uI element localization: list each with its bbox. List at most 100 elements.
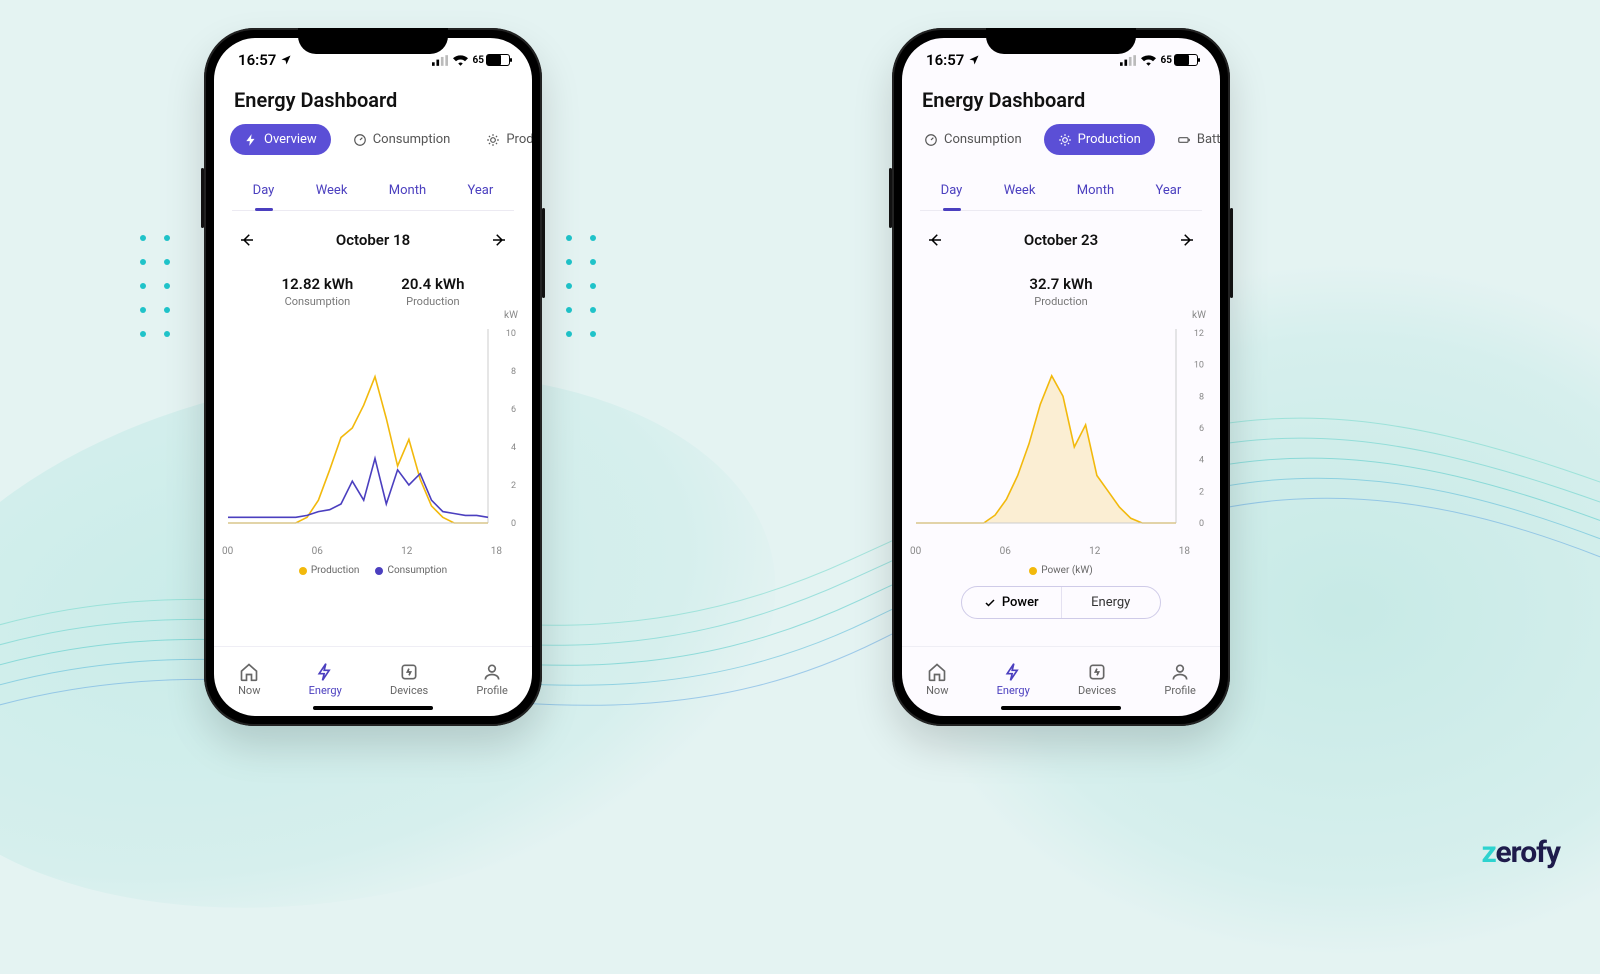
svg-text:2: 2 [1199,487,1204,497]
dot-grid-decoration [140,235,172,339]
nav-energy[interactable]: Energy [309,662,342,697]
nav-devices[interactable]: Devices [390,662,428,697]
svg-text:8: 8 [1199,392,1204,402]
nav-profile[interactable]: Profile [1164,662,1195,697]
segment-tabs: Overview Consumption Production [214,124,532,165]
tab-overview[interactable]: Overview [230,124,331,155]
nav-label: Now [238,684,260,697]
nav-label: Devices [390,684,428,697]
period-tabs: Day Week Month Year [232,173,514,211]
period-month[interactable]: Month [383,173,432,210]
toggle-power[interactable]: Power [962,587,1061,618]
overview-chart[interactable]: 0246810 [228,316,518,544]
nav-profile[interactable]: Profile [476,662,507,697]
legend-production: Production [299,565,360,576]
stats-row: 32.7 kWh Production [902,257,1220,312]
cellular-icon [1120,55,1136,66]
x-tick: 00 [910,546,921,557]
x-tick: 12 [401,546,412,557]
next-date-button[interactable] [488,229,510,251]
svg-text:12: 12 [1194,329,1204,339]
period-week[interactable]: Week [998,173,1042,210]
arrow-left-icon [926,231,944,249]
nav-label: Energy [997,684,1030,697]
period-day[interactable]: Day [935,173,969,210]
meter-icon [924,133,938,147]
stat-value: 20.4 kWh [401,275,464,293]
period-tabs: Day Week Month Year [920,173,1202,211]
phone-notch [986,28,1136,54]
period-day[interactable]: Day [247,173,281,210]
bolt-icon [244,133,258,147]
chart-unit: kW [1192,310,1206,321]
nav-energy[interactable]: Energy [997,662,1030,697]
nav-devices[interactable]: Devices [1078,662,1116,697]
arrow-right-icon [490,231,508,249]
toggle-label: Power [1002,595,1039,610]
tab-label: Consumption [944,132,1022,147]
dot-grid-decoration [566,235,598,339]
phone-notch [298,28,448,54]
x-tick: 12 [1089,546,1100,557]
statusbar-time: 16:57 [238,51,292,69]
stat-label: Consumption [282,295,354,308]
svg-text:10: 10 [1194,361,1204,371]
date-label: October 23 [1024,231,1098,249]
tab-battery[interactable]: Battery [1163,124,1220,155]
stat-value: 12.82 kWh [282,275,354,293]
tab-consumption[interactable]: Consumption [910,124,1036,155]
svg-text:6: 6 [1199,424,1204,434]
next-date-button[interactable] [1176,229,1198,251]
battery-indicator: 65 [473,54,510,66]
cellular-icon [432,55,448,66]
battery-indicator: 65 [1161,54,1198,66]
x-tick: 06 [312,546,323,557]
period-year[interactable]: Year [1150,173,1188,210]
tab-consumption[interactable]: Consumption [339,124,465,155]
battery-icon [1177,133,1191,147]
location-arrow-icon [968,54,980,66]
phone-mock-right: 16:57 65 Energy Dashboard Consumption [892,28,1230,726]
x-tick: 18 [1179,546,1190,557]
stat-value: 32.7 kWh [1029,275,1092,293]
tab-label: Battery [1197,132,1220,147]
chart-area: kW 0246810 [228,316,518,544]
bolt-icon [1003,662,1023,682]
prev-date-button[interactable] [236,229,258,251]
stat-label: Production [1029,295,1092,308]
sun-icon [486,133,500,147]
prev-date-button[interactable] [924,229,946,251]
period-month[interactable]: Month [1071,173,1120,210]
period-week[interactable]: Week [310,173,354,210]
phone-mock-left: 16:57 65 Energy Dashboard Overview [204,28,542,726]
tab-production[interactable]: Production [472,124,532,155]
nav-label: Devices [1078,684,1116,697]
chart-unit: kW [504,310,518,321]
page-title: Energy Dashboard [902,82,1220,124]
location-arrow-icon [280,54,292,66]
toggle-label: Energy [1091,595,1130,610]
nav-label: Profile [1164,684,1195,697]
nav-now[interactable]: Now [926,662,948,697]
tab-production[interactable]: Production [1044,124,1155,155]
statusbar-time: 16:57 [926,51,980,69]
check-icon [984,597,996,609]
tab-label: Consumption [373,132,451,147]
power-energy-toggle: Power Energy [961,586,1161,619]
page-title: Energy Dashboard [214,82,532,124]
production-chart[interactable]: 024681012 [916,316,1206,544]
stat-label: Production [401,295,464,308]
svg-text:8: 8 [511,367,516,377]
stats-row: 12.82 kWh Consumption 20.4 kWh Productio… [214,257,532,312]
period-year[interactable]: Year [462,173,500,210]
chart-legend: Production Consumption [214,565,532,576]
tab-label: Overview [264,132,317,147]
svg-text:4: 4 [511,443,516,453]
wifi-icon [1141,55,1156,66]
profile-icon [482,662,502,682]
toggle-energy[interactable]: Energy [1061,587,1161,618]
svg-text:0: 0 [1199,519,1204,529]
devices-icon [1087,662,1107,682]
nav-now[interactable]: Now [238,662,260,697]
chart-area: kW 024681012 [916,316,1206,544]
